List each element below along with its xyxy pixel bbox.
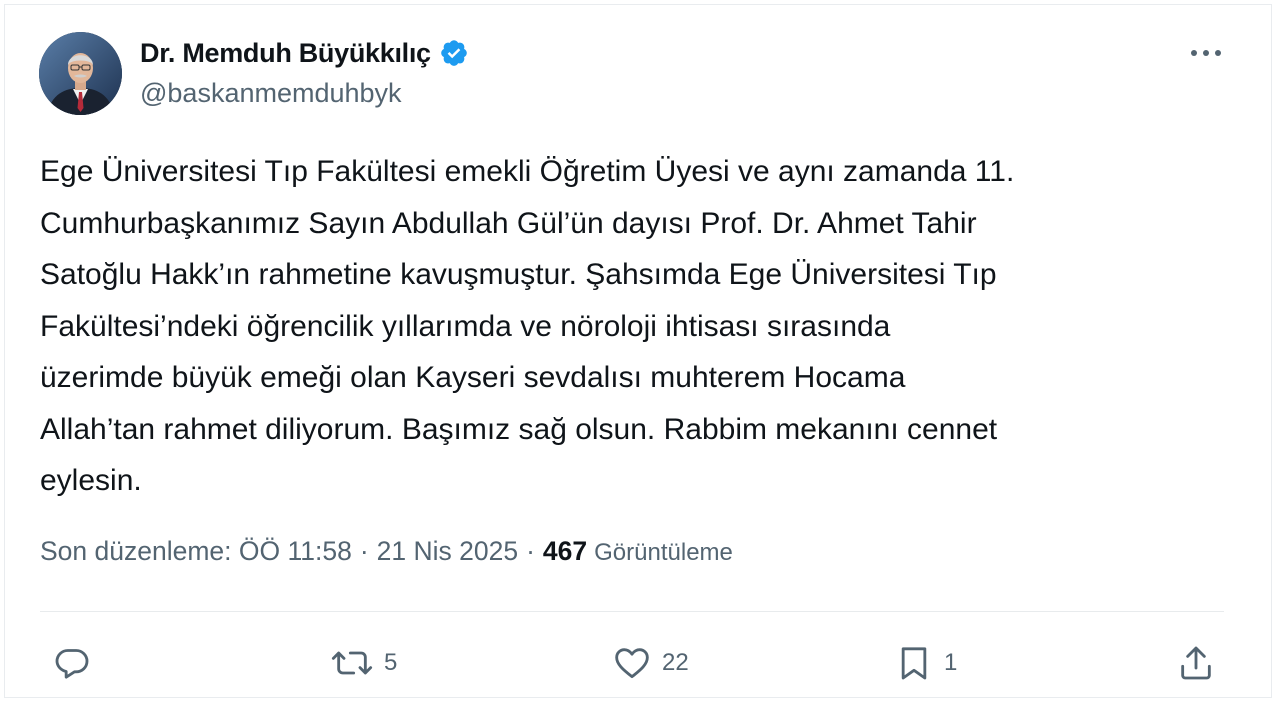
meta-separator: · bbox=[359, 536, 369, 566]
verified-badge-icon bbox=[439, 38, 469, 68]
share-button[interactable] bbox=[1176, 638, 1216, 688]
tweet-meta: Son düzenleme: ÖÖ 11:58 · 21 Nis 2025 · … bbox=[40, 536, 733, 567]
more-options-icon[interactable] bbox=[1185, 38, 1227, 68]
tweet-text-line: eylesin. bbox=[40, 464, 142, 497]
bookmark-icon bbox=[894, 643, 934, 683]
avatar-image bbox=[39, 32, 122, 115]
tweet-text-line: Ege Üniversitesi Tıp Fakültesi emekli Öğ… bbox=[40, 155, 1015, 188]
reply-button[interactable] bbox=[52, 638, 92, 688]
action-bar: 5 22 1 bbox=[0, 638, 1280, 688]
tweet-date[interactable]: 21 Nis 2025 bbox=[377, 536, 518, 567]
like-count: 22 bbox=[662, 649, 689, 676]
heart-icon bbox=[612, 643, 652, 683]
views-label: Görüntüleme bbox=[594, 539, 733, 566]
bookmark-button[interactable]: 1 bbox=[894, 638, 957, 688]
retweet-count: 5 bbox=[384, 649, 398, 676]
reply-icon bbox=[52, 643, 92, 683]
like-button[interactable]: 22 bbox=[612, 638, 689, 688]
retweet-button[interactable]: 5 bbox=[330, 638, 397, 688]
divider bbox=[40, 611, 1224, 612]
author-handle[interactable]: @baskanmemduhbyk bbox=[140, 78, 402, 109]
tweet-text-line: üzerimde büyük emeği olan Kayseri sevdal… bbox=[40, 361, 906, 394]
tweet-text-line: Satoğlu Hakk’ın rahmetine kavuşmuştur. Ş… bbox=[40, 258, 997, 291]
tweet-text: Ege Üniversitesi Tıp Fakültesi emekli Öğ… bbox=[40, 146, 1230, 507]
display-name[interactable]: Dr. Memduh Büyükkılıç bbox=[140, 38, 431, 69]
retweet-icon bbox=[330, 643, 374, 683]
views-count: 467 bbox=[542, 536, 588, 566]
share-icon bbox=[1176, 643, 1216, 683]
author-name-row[interactable]: Dr. Memduh Büyükkılıç bbox=[140, 34, 469, 72]
bookmark-count: 1 bbox=[944, 649, 958, 676]
avatar[interactable] bbox=[39, 32, 122, 115]
meta-separator: · bbox=[526, 536, 535, 566]
tweet-text-line: Allah’tan rahmet diliyorum. Başımız sağ … bbox=[40, 412, 998, 446]
edited-timestamp[interactable]: Son düzenleme: ÖÖ 11:58 bbox=[40, 536, 352, 567]
tweet-text-line: Cumhurbaşkanımız Sayın Abdullah Gül’ün d… bbox=[40, 206, 977, 240]
tweet-text-line: Fakültesi’ndeki öğrencilik yıllarımda ve… bbox=[40, 309, 891, 343]
